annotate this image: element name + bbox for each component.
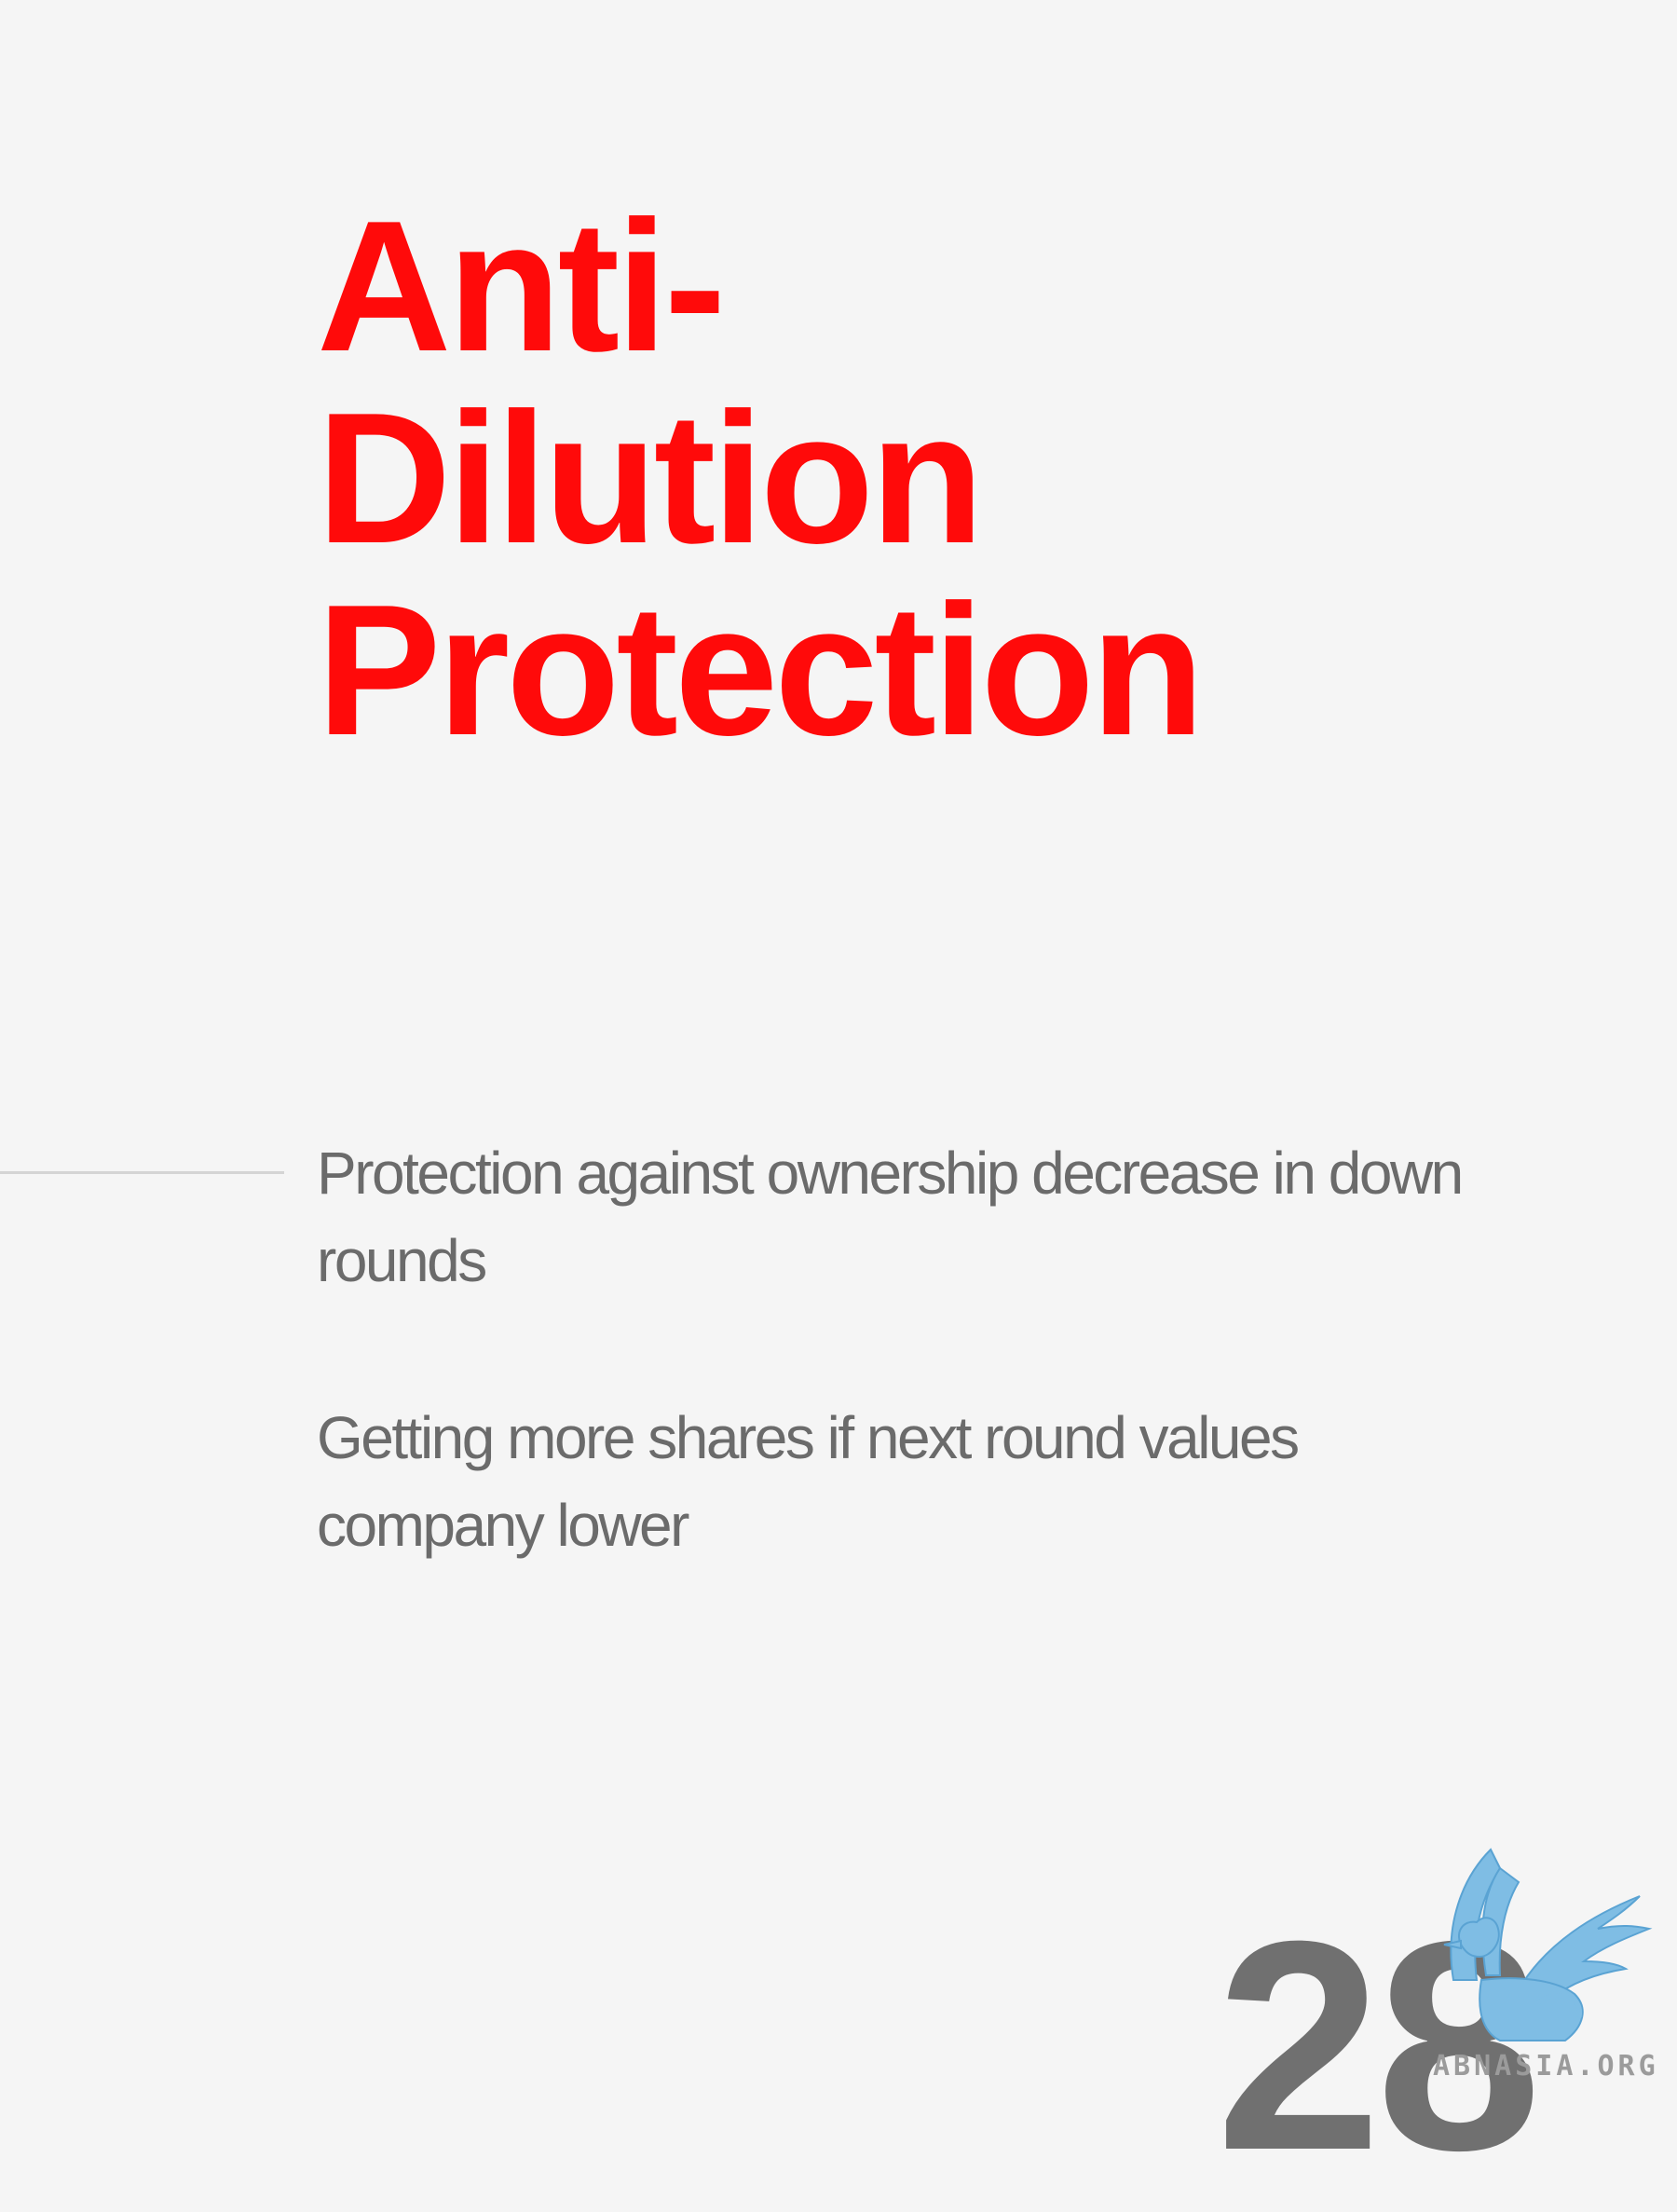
title-line-1: Anti-: [317, 183, 726, 390]
watermark-logo: ABNASIA.ORG: [1425, 1840, 1677, 2096]
title-line-3: Protection: [317, 567, 1205, 774]
divider: [0, 1171, 284, 1174]
griffin-icon: [1443, 1848, 1653, 2041]
detail-paragraph: Getting more shares if next round values…: [317, 1404, 1300, 1559]
title-line-2: Dilution: [317, 375, 984, 582]
page-title: Anti- Dilution Protection: [317, 191, 1528, 767]
description-paragraph: Protection against ownership decrease in…: [317, 1140, 1464, 1294]
watermark-text: ABNASIA.ORG: [1433, 2050, 1659, 2082]
